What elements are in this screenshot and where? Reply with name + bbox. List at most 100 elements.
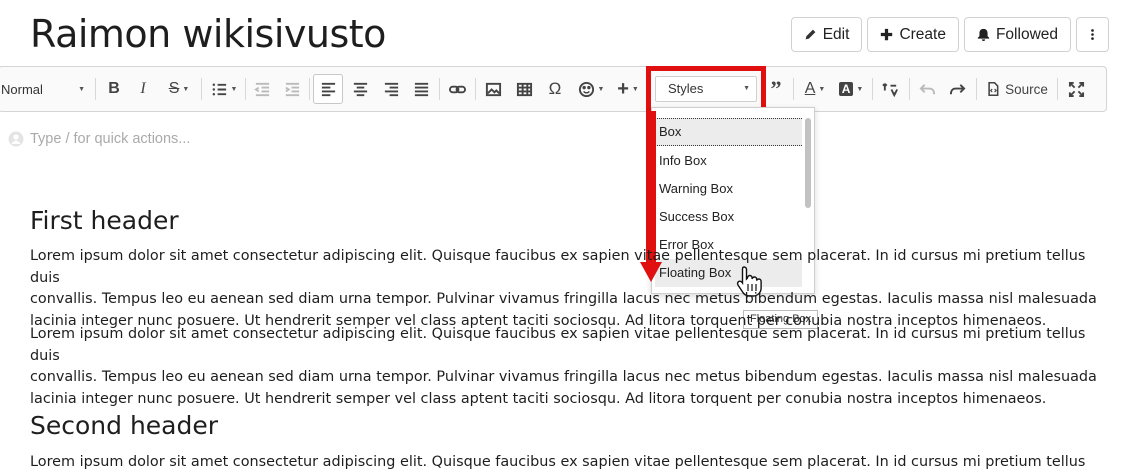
toolbar-divider <box>201 78 202 100</box>
quote-icon: ” <box>770 76 782 101</box>
undo-icon <box>919 83 935 94</box>
user-avatar-icon <box>8 131 24 147</box>
paragraph-line: convallis. Tempus leo eu aenean sed diam… <box>30 369 1097 385</box>
toolbar-divider <box>95 78 96 100</box>
chevron-down-icon: ▼ <box>78 85 85 93</box>
align-left-icon <box>321 82 335 96</box>
edit-label: Edit <box>822 25 850 43</box>
blockquote-button[interactable]: ” <box>765 67 787 111</box>
bold-icon: B <box>108 80 120 97</box>
chevron-down-icon: ▼ <box>818 85 826 93</box>
editor-placeholder-text: Type / for quick actions... <box>30 131 191 147</box>
align-left-button[interactable] <box>313 74 343 104</box>
chevron-down-icon: ▼ <box>631 85 639 93</box>
format-select[interactable]: Normal ▼ <box>1 67 87 111</box>
chevron-down-icon: ▼ <box>743 85 750 92</box>
italic-icon: I <box>140 80 146 97</box>
fullscreen-button[interactable] <box>1065 67 1087 111</box>
edit-button[interactable]: Edit <box>790 17 863 52</box>
indent-icon <box>284 82 299 96</box>
paragraph: Lorem ipsum dolor sit amet consectetur a… <box>30 452 1110 473</box>
kebab-icon <box>1091 29 1094 40</box>
toolbar-divider <box>1057 78 1058 100</box>
align-center-button[interactable] <box>349 67 371 111</box>
emoji-button[interactable]: ▼ <box>575 67 607 111</box>
chevron-down-icon: ▼ <box>856 85 864 93</box>
strikethrough-button[interactable]: S ▼ <box>163 67 195 111</box>
editor-placeholder[interactable]: Type / for quick actions... <box>8 131 190 147</box>
omega-icon: Ω <box>548 79 562 98</box>
dropdown-scrollbar[interactable] <box>805 118 811 208</box>
page-actions: Edit Create Followed <box>790 17 1109 52</box>
indent-button[interactable] <box>281 67 303 111</box>
paragraph: Lorem ipsum dolor sit amet consectetur a… <box>30 246 1110 332</box>
styles-select[interactable]: Styles ▼ <box>655 76 757 102</box>
text-direction-button[interactable] <box>879 67 901 111</box>
list-button[interactable]: ▼ <box>209 67 239 111</box>
followed-button[interactable]: Followed <box>963 17 1071 52</box>
followed-label: Followed <box>995 25 1058 43</box>
italic-button[interactable]: I <box>133 67 153 111</box>
pencil-icon <box>805 29 816 40</box>
create-button[interactable]: Create <box>867 17 959 52</box>
section-heading: Second header <box>30 411 219 440</box>
more-menu-button[interactable] <box>1076 17 1109 52</box>
chevron-down-icon: ▼ <box>597 85 605 93</box>
plus-icon: + <box>617 77 629 100</box>
paragraph-line: convallis. Tempus leo eu aenean sed diam… <box>30 291 1097 307</box>
plus-icon <box>881 28 893 41</box>
text-direction-icon <box>881 82 898 97</box>
align-right-icon <box>384 82 398 96</box>
fullscreen-icon <box>1068 81 1084 97</box>
annotation-arrow-shaft <box>646 111 656 263</box>
toolbar-divider <box>245 78 246 100</box>
align-justify-icon <box>414 82 428 96</box>
table-icon <box>516 82 532 96</box>
bullet-list-icon <box>212 83 226 95</box>
toolbar-divider <box>439 78 440 100</box>
align-right-button[interactable] <box>380 67 402 111</box>
styles-select-value: Styles <box>668 81 704 96</box>
format-select-value: Normal <box>1 81 43 97</box>
page-title: Raimon wikisivusto <box>30 12 386 56</box>
source-code-icon <box>988 82 999 96</box>
highlight-icon: A <box>838 82 854 96</box>
toolbar-divider <box>909 78 910 100</box>
special-character-button[interactable]: Ω <box>544 67 566 111</box>
font-color-icon: A <box>804 80 816 97</box>
background-color-button[interactable]: A ▼ <box>836 67 866 111</box>
editor-toolbar: Normal ▼ B I S ▼ ▼ Ω ▼ + ▼ ” A ▼ A ▼ Sou… <box>0 66 1107 112</box>
chevron-down-icon: ▼ <box>182 85 190 93</box>
toolbar-divider <box>872 78 873 100</box>
section-heading: First header <box>30 206 179 235</box>
chevron-down-icon: ▼ <box>230 85 238 93</box>
undo-button[interactable] <box>916 67 938 111</box>
paragraph-line: Lorem ipsum dolor sit amet consectetur a… <box>30 454 1086 470</box>
redo-button[interactable] <box>946 67 968 111</box>
link-icon <box>448 85 466 93</box>
link-button[interactable] <box>446 67 468 111</box>
style-option-warning-box[interactable]: Warning Box <box>655 175 802 203</box>
font-color-button[interactable]: A ▼ <box>800 67 830 111</box>
table-button[interactable] <box>513 67 535 111</box>
style-option-info-box[interactable]: Info Box <box>655 147 802 175</box>
outdent-button[interactable] <box>251 67 273 111</box>
image-button[interactable] <box>482 67 504 111</box>
image-icon <box>485 82 501 96</box>
outdent-icon <box>253 82 269 96</box>
justify-button[interactable] <box>410 67 432 111</box>
bold-button[interactable]: B <box>103 67 125 111</box>
toolbar-divider <box>475 78 476 100</box>
redo-icon <box>949 83 965 94</box>
toolbar-divider <box>793 78 794 100</box>
smiley-icon <box>578 81 594 97</box>
source-label: Source <box>1005 81 1048 97</box>
style-option-box[interactable]: Box <box>655 118 802 146</box>
paragraph-line: Lorem ipsum dolor sit amet consectetur a… <box>30 248 1086 286</box>
insert-button[interactable]: + ▼ <box>613 67 643 111</box>
toolbar-divider <box>309 78 310 100</box>
strikethrough-icon: S <box>168 80 180 97</box>
paragraph-line: Lorem ipsum dolor sit amet consectetur a… <box>30 326 1086 364</box>
create-label: Create <box>899 25 946 43</box>
source-button[interactable]: Source <box>984 67 1050 111</box>
